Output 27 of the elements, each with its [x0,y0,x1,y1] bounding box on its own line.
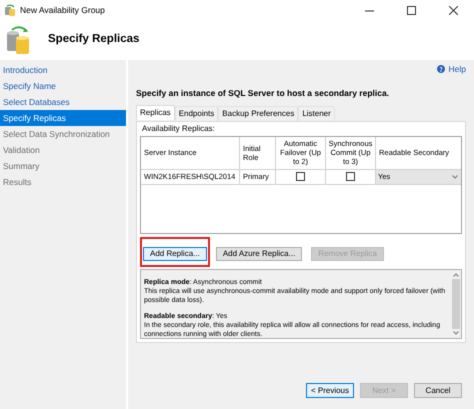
checkbox[interactable] [296,172,305,182]
help-link[interactable]: Help [436,62,466,76]
wizard-button[interactable]: Cancel [414,383,462,398]
wizard-step[interactable]: Specify Name [0,78,126,94]
wizard-step[interactable]: Select Databases [0,94,126,110]
page-heading: Specify Replicas [48,32,140,48]
scroll-down-icon[interactable] [453,330,459,335]
replica-button[interactable]: Add Replica... [143,246,207,261]
wizard-step[interactable]: Specify Replicas [0,110,126,126]
tab[interactable]: Replicas [136,104,175,120]
help-icon [436,65,445,73]
wizard-button[interactable]: < Previous [306,383,354,398]
replica-button[interactable]: Add Azure Replica... [216,246,302,261]
database-icon [6,25,32,55]
instruction-text: Specify an instance of SQL Server to host a secondary replica. [136,87,390,100]
app-icon [4,4,16,16]
tab[interactable]: Backup Preferences [218,106,298,121]
scroll-up-icon[interactable] [453,272,459,277]
maximize-icon [406,6,416,14]
group-label: Availability Replicas: [141,122,216,135]
tab[interactable]: Endpoints [174,106,218,121]
chevron-down-icon [452,174,458,179]
checkbox[interactable] [346,172,355,182]
wizard-step[interactable]: Introduction [0,62,126,78]
close-icon [448,6,458,14]
window-title: New Availability Group [20,4,105,16]
tab[interactable]: Listener [298,106,335,121]
